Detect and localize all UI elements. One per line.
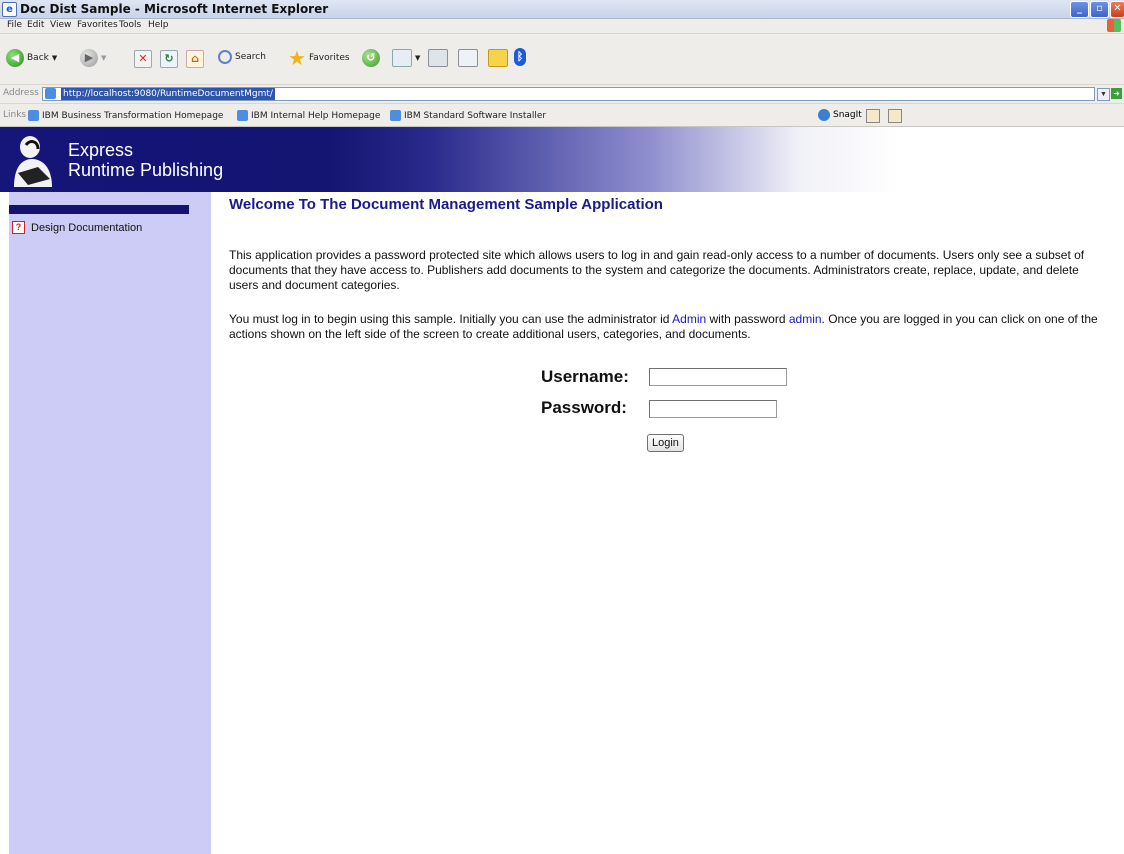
chevron-down-icon: ▼ <box>415 54 421 62</box>
banner-title-line2: Runtime Publishing <box>68 160 224 180</box>
link-ibm-standard-software[interactable]: IBM Standard Software Installer <box>390 110 546 121</box>
back-label: Back <box>27 53 49 63</box>
favorites-label: Favorites <box>308 53 350 63</box>
window-title: Doc Dist Sample - Microsoft Internet Exp… <box>20 2 329 16</box>
snagit-icon <box>818 109 830 121</box>
folder-button[interactable] <box>488 49 508 67</box>
username-label: Username: <box>541 367 629 386</box>
link-ibm-internal-help[interactable]: IBM Internal Help Homepage <box>237 110 380 121</box>
menu-bar: File Edit View Favorites Tools Help <box>0 19 1124 34</box>
browser-window: e Doc Dist Sample - Microsoft Internet E… <box>0 0 1124 854</box>
address-url: http://localhost:9080/RuntimeDocumentMgm… <box>61 88 275 100</box>
snagit-button[interactable]: SnagIt <box>818 109 862 121</box>
menu-edit[interactable]: Edit <box>27 20 44 30</box>
home-icon: ⌂ <box>186 50 204 68</box>
close-button[interactable]: ✕ <box>1110 1 1124 18</box>
print-button[interactable] <box>428 49 448 67</box>
app-banner: Express Runtime Publishing <box>0 127 1124 192</box>
menu-view[interactable]: View <box>50 20 71 30</box>
minimize-button[interactable]: _ <box>1070 1 1089 18</box>
menu-file[interactable]: File <box>7 20 22 30</box>
left-margin <box>0 192 9 854</box>
instructions-text-start: You must log in to begin using this samp… <box>229 312 673 326</box>
title-bar: e Doc Dist Sample - Microsoft Internet E… <box>0 0 1124 19</box>
page-title: Welcome To The Document Management Sampl… <box>229 196 663 213</box>
password-label: Password: <box>541 398 627 417</box>
link-label: IBM Standard Software Installer <box>404 110 547 121</box>
mail-button[interactable]: ▼ <box>392 49 420 67</box>
instructions-text-middle: with password <box>706 312 789 326</box>
menu-favorites[interactable]: Favorites <box>77 20 118 30</box>
refresh-icon: ↻ <box>160 50 178 68</box>
login-button[interactable]: Login <box>647 434 684 452</box>
login-instructions-paragraph: You must log in to begin using this samp… <box>229 312 1109 342</box>
edit-button[interactable] <box>458 49 478 67</box>
windows-logo-icon <box>1107 19 1121 32</box>
password-input[interactable] <box>649 400 777 418</box>
ie-page-icon <box>237 110 248 121</box>
search-label: Search <box>235 52 266 62</box>
menu-help[interactable]: Help <box>148 20 169 30</box>
forward-arrow-icon: ▶ <box>80 49 98 67</box>
address-label: Address <box>3 88 39 98</box>
sidebar-item-design-documentation[interactable]: ? Design Documentation <box>12 221 142 234</box>
search-button[interactable]: Search <box>218 50 266 64</box>
maximize-button[interactable]: ▫ <box>1090 1 1109 18</box>
printer-icon <box>428 49 448 67</box>
link-label: IBM Business Transformation Homepage <box>42 110 224 121</box>
help-icon: ? <box>12 221 25 234</box>
mail-icon <box>392 49 412 67</box>
link-label: IBM Internal Help Homepage <box>251 110 381 121</box>
snagit-tool-icon[interactable] <box>866 109 880 123</box>
search-icon <box>218 50 232 64</box>
ie-icon: e <box>2 2 17 17</box>
bluetooth-button[interactable]: ᛒ <box>514 48 526 66</box>
favorites-button[interactable]: ★ Favorites <box>288 46 350 70</box>
folder-icon <box>488 49 508 67</box>
edit-icon <box>458 49 478 67</box>
username-input[interactable] <box>649 368 787 386</box>
sidebar-item-label: Design Documentation <box>31 221 143 234</box>
home-button[interactable]: ⌂ <box>186 50 204 68</box>
history-icon: ↺ <box>362 49 380 67</box>
intro-paragraph: This application provides a password pro… <box>229 248 1085 292</box>
snagit-label: SnagIt <box>833 110 862 120</box>
address-dropdown-icon[interactable]: ▼ <box>1097 88 1110 101</box>
chevron-down-icon: ▼ <box>101 54 107 62</box>
toolbar: ◀ Back ▼ ▶ ▼ ✕ ↻ ⌂ Search ★ Favorites ↺ <box>0 34 1124 85</box>
stop-button[interactable]: ✕ <box>134 50 152 68</box>
menu-tools[interactable]: Tools <box>119 20 141 30</box>
back-arrow-icon: ◀ <box>6 49 24 67</box>
ie-page-icon <box>28 110 39 121</box>
banner-title-line1: Express <box>68 140 134 160</box>
reading-figure-logo-icon <box>14 136 52 187</box>
address-bar: Address http://localhost:9080/RuntimeDoc… <box>0 85 1124 104</box>
refresh-button[interactable]: ↻ <box>160 50 178 68</box>
snagit-capture-icon[interactable] <box>888 109 902 123</box>
admin-password-link[interactable]: admin <box>789 312 822 326</box>
favorites-star-icon: ★ <box>288 46 306 70</box>
admin-id-link[interactable]: Admin <box>672 312 706 326</box>
links-label: Links <box>3 110 27 120</box>
link-ibm-business-transformation[interactable]: IBM Business Transformation Homepage <box>28 110 223 121</box>
sidebar: ? Design Documentation <box>9 192 211 854</box>
go-arrow-icon[interactable]: ➜ <box>1111 88 1122 99</box>
sidebar-header-bar <box>9 205 189 214</box>
stop-icon: ✕ <box>134 50 152 68</box>
address-input[interactable]: http://localhost:9080/RuntimeDocumentMgm… <box>42 87 1095 101</box>
back-button[interactable]: ◀ Back ▼ <box>6 49 57 67</box>
forward-button[interactable]: ▶ ▼ <box>80 49 106 67</box>
chevron-down-icon: ▼ <box>51 54 58 62</box>
history-button[interactable]: ↺ <box>362 49 380 67</box>
bluetooth-icon: ᛒ <box>514 48 526 66</box>
page-icon <box>45 88 56 99</box>
links-bar: Links IBM Business Transformation Homepa… <box>0 104 1124 127</box>
ie-page-icon <box>390 110 401 121</box>
